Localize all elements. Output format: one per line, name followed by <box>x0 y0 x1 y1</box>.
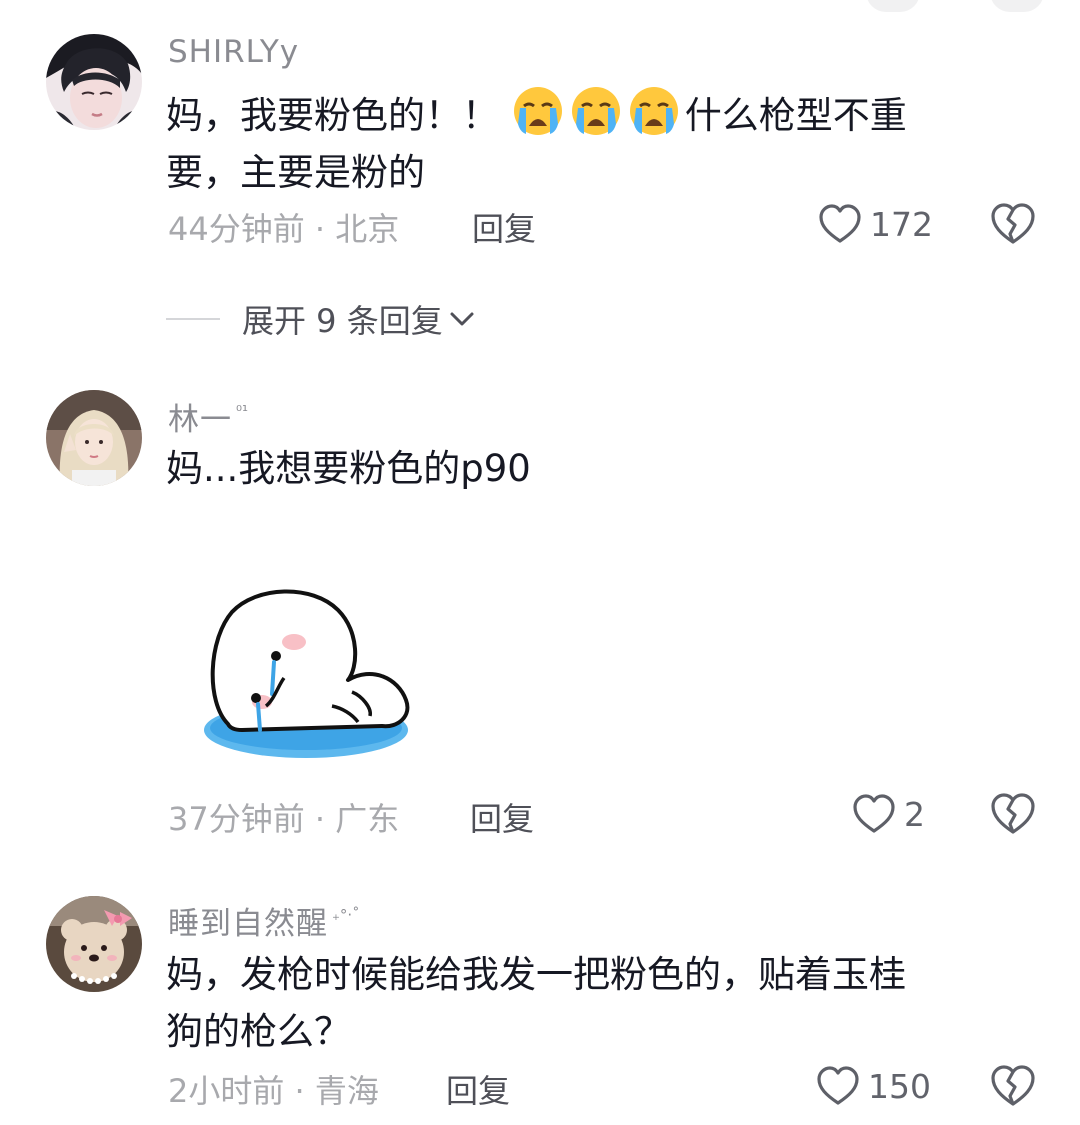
comment-meta: 2小时前 · 青海 <box>168 1072 379 1110</box>
comment-meta: 44分钟前 · 北京 <box>168 210 400 248</box>
comment-text-part: 狗的枪么？ <box>166 1010 351 1053</box>
reply-button[interactable]: 回复 <box>472 204 536 250</box>
heart-icon <box>853 794 895 833</box>
comment-text-part: 妈，发枪时候能给我发一把粉色的，贴着玉桂 <box>166 953 906 996</box>
like-count: 150 <box>868 1066 931 1106</box>
broken-heart-icon <box>991 1065 1035 1106</box>
loudly-crying-face-icon <box>569 84 623 138</box>
crying-blob-sticker-icon[interactable] <box>202 582 418 772</box>
like-button[interactable]: 150 <box>816 1062 931 1110</box>
comment-text-part: 要，主要是粉的 <box>166 151 425 194</box>
username-text: 睡到自然醒 <box>168 906 328 942</box>
username-suffix: ⁰¹ <box>236 402 249 420</box>
comment-text-part: 妈，我要粉色的！！ <box>166 94 499 137</box>
username[interactable]: 林一 ⁰¹ <box>168 394 248 439</box>
expand-replies-label: 展开 9 条回复 <box>242 302 443 340</box>
avatar[interactable] <box>46 34 142 130</box>
dislike-button[interactable] <box>990 1064 1036 1108</box>
comment-meta: 37分钟前 · 广东 <box>168 800 400 838</box>
broken-heart-icon <box>991 203 1035 244</box>
reply-button[interactable]: 回复 <box>446 1066 510 1112</box>
heart-icon <box>817 1066 859 1105</box>
comment-text: 妈，我要粉色的！！ 什么枪型不重 要，主要是粉的 <box>166 84 907 201</box>
expand-replies-button[interactable]: 展开 9 条回复 <box>166 296 475 342</box>
reply-button[interactable]: 回复 <box>470 794 534 840</box>
like-button[interactable]: 172 <box>818 200 933 248</box>
divider <box>166 318 220 320</box>
username-suffix: ₊°·˚ <box>332 906 360 924</box>
username-text: 林一 <box>168 402 232 438</box>
top-action-pill[interactable] <box>866 0 920 12</box>
dislike-button[interactable] <box>990 792 1036 836</box>
loudly-crying-face-icon <box>511 84 565 138</box>
broken-heart-icon <box>991 793 1035 834</box>
chevron-down-icon <box>450 312 474 326</box>
like-count: 2 <box>904 794 925 834</box>
top-action-pill[interactable] <box>990 0 1044 12</box>
like-count: 172 <box>870 204 933 244</box>
heart-icon <box>819 204 861 243</box>
avatar[interactable] <box>46 896 142 992</box>
dislike-button[interactable] <box>990 202 1036 246</box>
comment-text: 妈...我想要粉色的p90 <box>166 447 531 490</box>
avatar[interactable] <box>46 390 142 486</box>
like-button[interactable]: 2 <box>852 790 925 838</box>
comment-text-part: 什么枪型不重 <box>684 94 907 137</box>
loudly-crying-face-icon <box>627 84 681 138</box>
username[interactable]: 睡到自然醒 ₊°·˚ <box>168 898 360 943</box>
username[interactable]: SHIRLYy <box>168 34 299 70</box>
comment-text: 妈，发枪时候能给我发一把粉色的，贴着玉桂 狗的枪么？ <box>166 946 906 1060</box>
